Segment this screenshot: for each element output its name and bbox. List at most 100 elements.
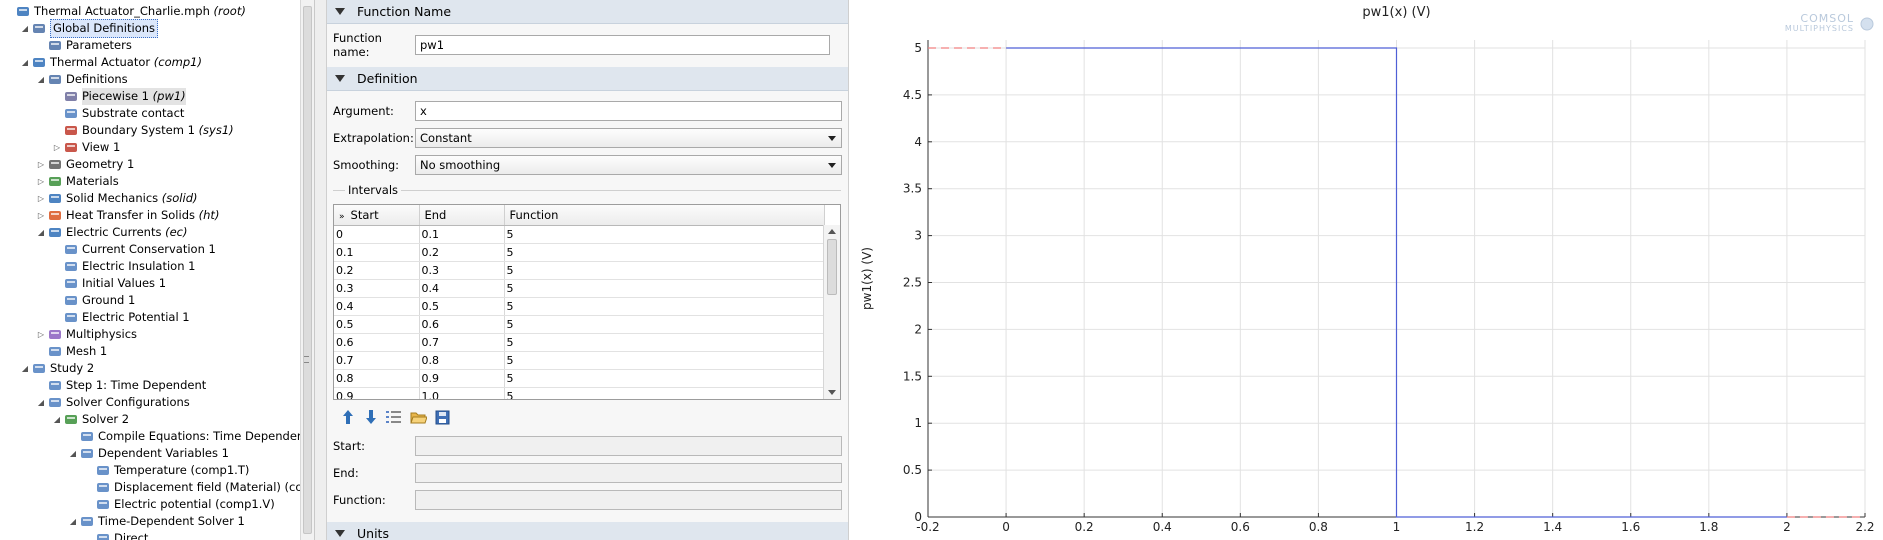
load-from-file-button[interactable]	[409, 408, 427, 426]
tree-item-ground-1[interactable]: Ground 1	[52, 292, 135, 309]
start-cell[interactable]: 0.3	[334, 279, 420, 298]
end-cell[interactable]: 0.9	[419, 369, 505, 388]
start-column-header[interactable]: » Start	[334, 205, 420, 226]
end-cell[interactable]: 0.8	[419, 351, 505, 370]
units-section-header[interactable]: Units	[327, 522, 848, 540]
table-row[interactable]: 0.2 0.3 5	[334, 261, 825, 280]
collapse-toggle-icon[interactable]: ◢	[68, 513, 78, 530]
end-cell[interactable]: 0.7	[419, 333, 505, 352]
end-cell[interactable]: 0.4	[419, 279, 505, 298]
tree-item-materials[interactable]: ▷ Materials	[36, 173, 119, 190]
tree-item-piecewise-1[interactable]: Piecewise 1 (pw1)	[52, 88, 186, 105]
tree-item-solid-mechanics[interactable]: ▷ Solid Mechanics (solid)	[36, 190, 198, 207]
save-to-file-button[interactable]	[433, 408, 451, 426]
function-name-section-header[interactable]: Function Name	[327, 0, 848, 24]
expand-toggle-icon[interactable]: ▷	[36, 156, 46, 173]
function-cell[interactable]: 5	[504, 351, 825, 370]
end-cell[interactable]: 0.6	[419, 315, 505, 334]
collapse-toggle-icon[interactable]: ◢	[20, 54, 30, 71]
table-row[interactable]: 0.5 0.6 5	[334, 315, 825, 334]
move-up-button[interactable]	[339, 408, 357, 426]
tree-item-initial-values-1[interactable]: Initial Values 1	[52, 275, 166, 292]
function-cell[interactable]: 5	[504, 369, 825, 388]
scroll-down-icon[interactable]	[828, 390, 836, 395]
tree-item-compile-equations-time-dependent[interactable]: Compile Equations: Time Dependent	[68, 428, 309, 445]
tree-item-substrate-contact[interactable]: Substrate contact	[52, 105, 184, 122]
start-cell[interactable]: 0.7	[334, 351, 420, 370]
tree-item-thermal-actuator[interactable]: ◢ Thermal Actuator (comp1)	[20, 54, 202, 71]
function-column-header[interactable]: Function	[504, 205, 825, 226]
tree-item-electric-currents[interactable]: ◢ Electric Currents (ec)	[36, 224, 188, 241]
collapse-toggle-icon[interactable]: ◢	[20, 360, 30, 377]
tree-item-solver-2[interactable]: ◢ Solver 2	[52, 411, 129, 428]
tree-item-solver-configurations[interactable]: ◢ Solver Configurations	[36, 394, 190, 411]
expand-toggle-icon[interactable]: ▷	[36, 173, 46, 190]
tree-item-thermal-actuator-charlie-mph[interactable]: Thermal Actuator_Charlie.mph (root)	[4, 3, 246, 20]
end-cell[interactable]: 0.1	[419, 225, 505, 244]
tree-item-parameters[interactable]: Parameters	[36, 37, 132, 54]
start-cell[interactable]: 0.2	[334, 261, 420, 280]
tree-item-view-1[interactable]: ▷ View 1	[52, 139, 120, 156]
graphics-window[interactable]: pw1(x) (V) COMSOL MULTIPHYSICS -0.2 0 0.2 0.4 0…	[849, 0, 1883, 540]
definition-section-header[interactable]: Definition	[327, 67, 848, 91]
collapse-toggle-icon[interactable]: ◢	[36, 71, 46, 88]
collapse-toggle-icon[interactable]: ◢	[36, 224, 46, 241]
tree-item-heat-transfer-in-solids[interactable]: ▷ Heat Transfer in Solids (ht)	[36, 207, 220, 224]
end-cell[interactable]: 1.0	[419, 387, 505, 399]
tree-item-geometry-1[interactable]: ▷ Geometry 1	[36, 156, 134, 173]
table-scrollbar[interactable]	[823, 225, 840, 399]
start-cell[interactable]: 0.9	[334, 387, 420, 399]
table-row[interactable]: 0.6 0.7 5	[334, 333, 825, 352]
tree-item-displacement-field-material-comp1-u[interactable]: Displacement field (Material) (comp1.u)	[84, 479, 314, 496]
start-cell[interactable]: 0.6	[334, 333, 420, 352]
function-cell[interactable]: 5	[504, 297, 825, 316]
move-down-button[interactable]	[362, 408, 380, 426]
table-row[interactable]: 0.3 0.4 5	[334, 279, 825, 298]
expand-toggle-icon[interactable]: ▷	[36, 326, 46, 343]
table-row[interactable]: 0.4 0.5 5	[334, 297, 825, 316]
intervals-table[interactable]: » Start End Function 0 0.1 5 0.1 0.2 5 0.2 0.3 5 0…	[333, 204, 841, 400]
function-cell[interactable]: 5	[504, 279, 825, 298]
smoothing-select[interactable]: No smoothing	[415, 155, 842, 175]
start-cell[interactable]: 0.5	[334, 315, 420, 334]
clear-table-button[interactable]	[385, 408, 403, 426]
tree-item-dependent-variables-1[interactable]: ◢ Dependent Variables 1	[68, 445, 229, 462]
tree-item-electric-potential-comp1-v[interactable]: Electric potential (comp1.V)	[84, 496, 275, 513]
start-cell[interactable]: 0.8	[334, 369, 420, 388]
argument-input[interactable]: x	[415, 101, 842, 121]
tree-item-global-definitions[interactable]: ◢ Global Definitions	[20, 19, 159, 38]
function-name-input[interactable]: pw1	[415, 35, 830, 55]
collapse-toggle-icon[interactable]: ◢	[52, 411, 62, 428]
function-cell[interactable]: 5	[504, 261, 825, 280]
table-row[interactable]: 0.9 1.0 5	[334, 387, 825, 399]
tree-item-time-dependent-solver-1[interactable]: ◢ Time-Dependent Solver 1	[68, 513, 245, 530]
tree-item-direct[interactable]: Direct	[84, 530, 148, 540]
tree-item-step-1-time-dependent[interactable]: Step 1: Time Dependent	[36, 377, 206, 394]
function-cell[interactable]: 5	[504, 387, 825, 399]
scroll-thumb[interactable]	[827, 239, 837, 295]
collapse-toggle-icon[interactable]: ◢	[68, 445, 78, 462]
table-row[interactable]: 0.7 0.8 5	[334, 351, 825, 370]
table-row[interactable]: 0 0.1 5	[334, 225, 825, 244]
start-cell[interactable]: 0.1	[334, 243, 420, 262]
start-cell[interactable]: 0	[334, 225, 420, 244]
tree-item-definitions[interactable]: ◢ Definitions	[36, 71, 128, 88]
tree-item-multiphysics[interactable]: ▷ Multiphysics	[36, 326, 137, 343]
scroll-up-icon[interactable]	[828, 229, 836, 234]
function-cell[interactable]: 5	[504, 333, 825, 352]
table-row[interactable]: 0.1 0.2 5	[334, 243, 825, 262]
tree-item-temperature-comp1-t[interactable]: Temperature (comp1.T)	[84, 462, 249, 479]
expand-toggle-icon[interactable]: ▷	[52, 139, 62, 156]
collapse-toggle-icon[interactable]: ◢	[36, 394, 46, 411]
panel-splitter[interactable]	[315, 0, 327, 540]
expand-toggle-icon[interactable]: ▷	[36, 190, 46, 207]
function-cell[interactable]: 5	[504, 225, 825, 244]
scroll-thumb[interactable]	[303, 6, 312, 534]
tree-item-electric-insulation-1[interactable]: Electric Insulation 1	[52, 258, 195, 275]
start-cell[interactable]: 0.4	[334, 297, 420, 316]
expand-toggle-icon[interactable]: ▷	[36, 207, 46, 224]
end-column-header[interactable]: End	[419, 205, 505, 226]
tree-scrollbar[interactable]	[300, 0, 314, 540]
tree-item-study-2[interactable]: ◢ Study 2	[20, 360, 94, 377]
tree-item-mesh-1[interactable]: Mesh 1	[36, 343, 107, 360]
